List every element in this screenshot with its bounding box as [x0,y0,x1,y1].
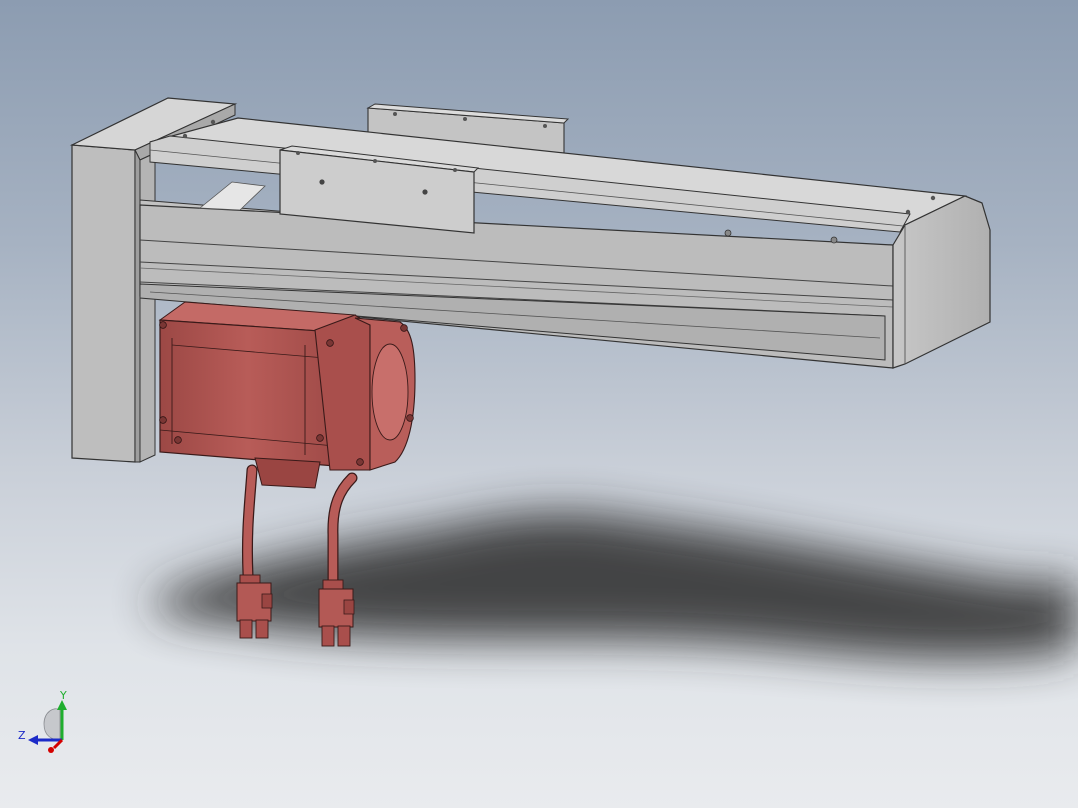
y-axis-label: Y [59,689,67,702]
cable-connector-left[interactable] [236,574,273,639]
graphics-viewport[interactable]: Y Z [0,0,1078,808]
cable-connector-right[interactable] [318,579,355,647]
motor-cable-left[interactable] [241,464,258,581]
floor-shadow [150,512,1078,660]
z-axis-arrowhead-icon [28,735,38,745]
servo-motor[interactable] [158,301,416,489]
z-axis-label: Z [18,729,26,742]
cad-model[interactable] [0,0,1078,808]
x-axis-arrowhead-icon [48,747,54,753]
triad-plane-icon [43,708,61,741]
reference-triad[interactable]: Y Z [14,684,84,754]
